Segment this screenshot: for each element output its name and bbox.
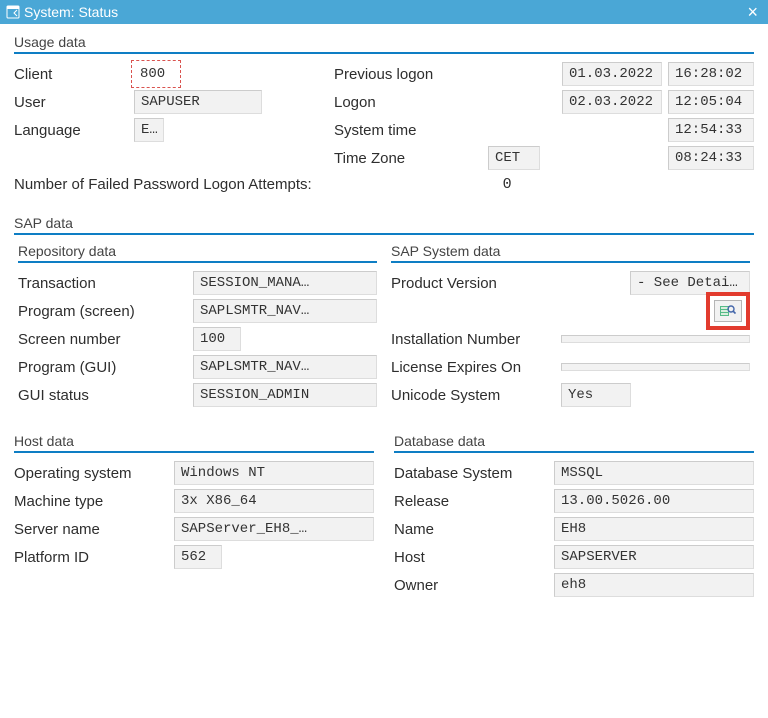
db-host-value: SAPSERVER	[554, 545, 754, 569]
time-zone-time: 08:24:33	[668, 146, 754, 170]
release-label: Release	[394, 493, 554, 510]
database-data-group: Database data Database System MSSQL Rele…	[388, 431, 760, 605]
installation-number-value	[561, 335, 750, 343]
product-version-label: Product Version	[391, 275, 561, 292]
divider	[18, 261, 377, 263]
system-time-label: System time	[334, 122, 484, 139]
repository-data-title: Repository data	[18, 241, 377, 261]
machine-type-label: Machine type	[14, 493, 174, 510]
magnifier-detail-button[interactable]	[714, 300, 742, 322]
divider	[14, 52, 754, 54]
user-value: SAPUSER	[134, 90, 262, 114]
database-system-value: MSSQL	[554, 461, 754, 485]
time-zone-label: Time Zone	[334, 150, 484, 167]
unicode-system-label: Unicode System	[391, 387, 561, 404]
logon-label: Logon	[334, 94, 484, 111]
screen-number-value: 100	[193, 327, 241, 351]
host-data-group: Host data Operating system Windows NT Ma…	[8, 431, 380, 605]
previous-logon-time: 16:28:02	[668, 62, 754, 86]
divider	[394, 451, 754, 453]
sap-data-group: SAP data Repository data Transaction SES…	[8, 213, 760, 419]
divider	[14, 451, 374, 453]
window-title: System: Status	[24, 0, 118, 24]
platform-id-label: Platform ID	[14, 549, 174, 566]
language-label: Language	[14, 122, 134, 139]
db-host-label: Host	[394, 549, 554, 566]
program-screen-label: Program (screen)	[18, 303, 193, 320]
failed-attempts-value: 0	[312, 176, 512, 193]
client-value: 800	[134, 63, 178, 85]
screen-number-label: Screen number	[18, 331, 193, 348]
db-name-value: EH8	[554, 517, 754, 541]
gui-status-label: GUI status	[18, 387, 193, 404]
transaction-value: SESSION_MANA…	[193, 271, 377, 295]
window-titlebar: System: Status ×	[0, 0, 768, 24]
installation-number-label: Installation Number	[391, 331, 561, 348]
previous-logon-label: Previous logon	[334, 66, 484, 83]
operating-system-label: Operating system	[14, 465, 174, 482]
platform-id-value: 562	[174, 545, 222, 569]
sap-system-data-title: SAP System data	[391, 241, 750, 261]
operating-system-value: Windows NT	[174, 461, 374, 485]
sap-data-title: SAP data	[14, 213, 754, 233]
divider	[14, 233, 754, 235]
system-time-value: 12:54:33	[668, 118, 754, 142]
machine-type-value: 3x X86_64	[174, 489, 374, 513]
program-gui-value: SAPLSMTR_NAV…	[193, 355, 377, 379]
release-value: 13.00.5026.00	[554, 489, 754, 513]
unicode-system-value: Yes	[561, 383, 631, 407]
usage-data-title: Usage data	[14, 32, 754, 52]
sap-system-data-group: SAP System data Product Version - See De…	[387, 241, 754, 413]
db-name-label: Name	[394, 521, 554, 538]
gui-status-value: SESSION_ADMIN	[193, 383, 377, 407]
usage-data-group: Usage data Client 800 User SAPUSER Langu…	[8, 32, 760, 201]
transaction-label: Transaction	[18, 275, 193, 292]
license-expires-value	[561, 363, 750, 371]
server-name-value: SAPServer_EH8_…	[174, 517, 374, 541]
user-label: User	[14, 94, 134, 111]
previous-logon-date: 01.03.2022	[562, 62, 662, 86]
logon-date: 02.03.2022	[562, 90, 662, 114]
window-icon	[6, 5, 20, 19]
magnifier-table-icon	[720, 304, 736, 318]
server-name-label: Server name	[14, 521, 174, 538]
client-label: Client	[14, 66, 134, 83]
db-owner-label: Owner	[394, 577, 554, 594]
logon-time: 12:05:04	[668, 90, 754, 114]
program-screen-value: SAPLSMTR_NAV…	[193, 299, 377, 323]
database-data-title: Database data	[394, 431, 754, 451]
time-zone-value: CET	[488, 146, 540, 170]
close-icon[interactable]: ×	[743, 0, 762, 24]
program-gui-label: Program (GUI)	[18, 359, 193, 376]
divider	[391, 261, 750, 263]
repository-data-group: Repository data Transaction SESSION_MANA…	[14, 241, 381, 413]
detail-button-highlight	[706, 292, 750, 330]
language-value: EN	[134, 118, 164, 142]
db-owner-value: eh8	[554, 573, 754, 597]
failed-attempts-label: Number of Failed Password Logon Attempts…	[14, 176, 312, 193]
license-expires-label: License Expires On	[391, 359, 561, 376]
host-data-title: Host data	[14, 431, 374, 451]
database-system-label: Database System	[394, 465, 554, 482]
